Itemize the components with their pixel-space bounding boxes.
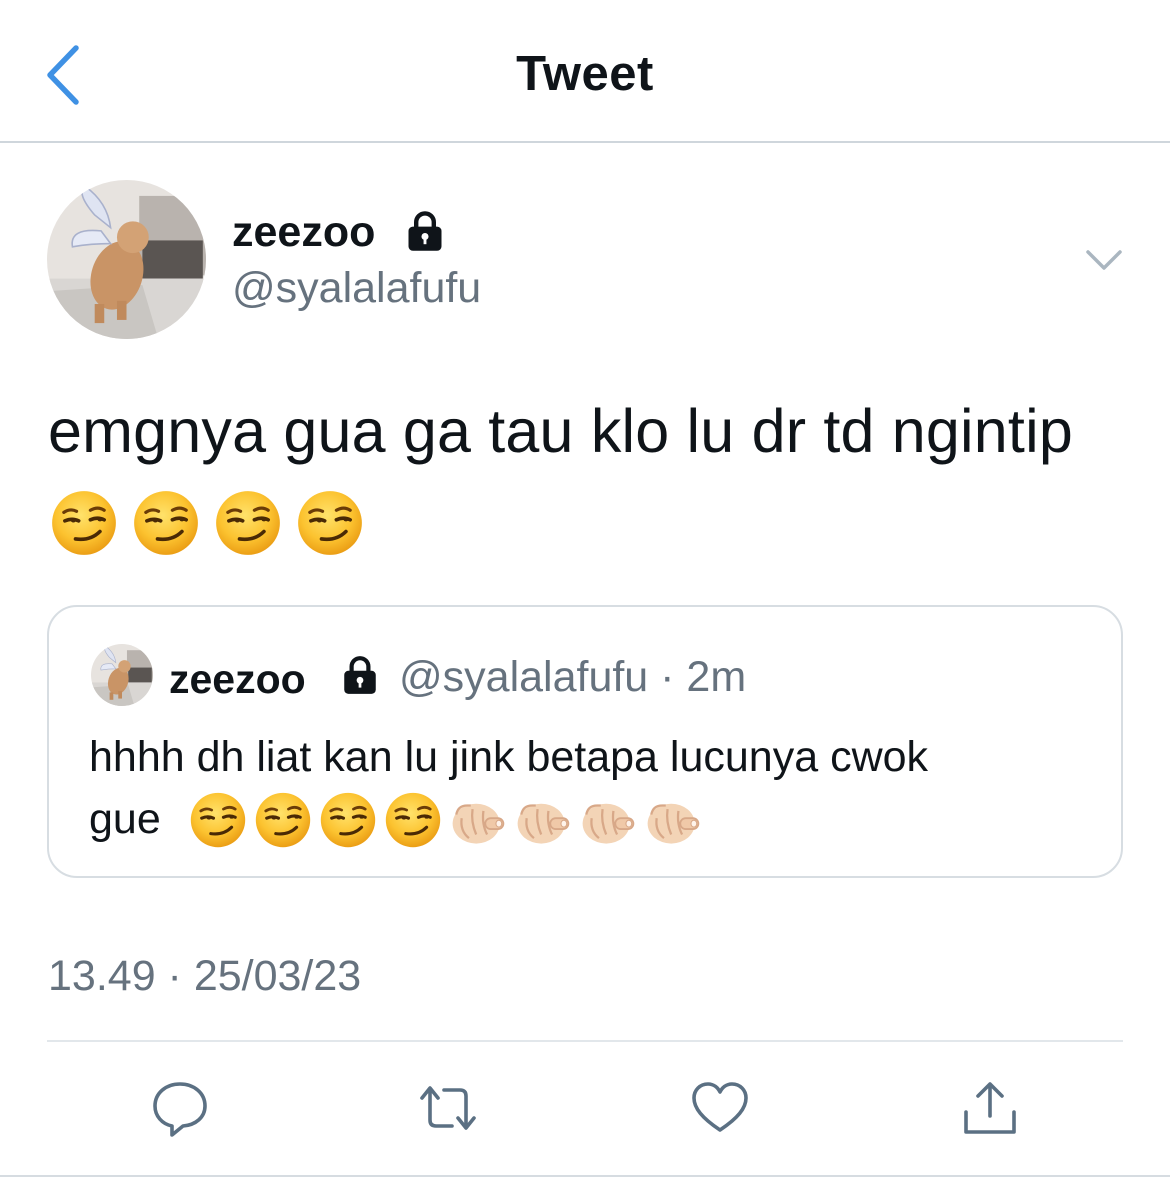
- author-display-name[interactable]: zeezoo: [232, 208, 375, 257]
- pointing-hand-emoji: [644, 791, 702, 849]
- quoted-tweet-text-line2: gue: [89, 795, 161, 843]
- tweet-timestamp: 13.49 · 25/03/23: [48, 952, 362, 1000]
- smirk-emoji: [50, 489, 118, 557]
- pointing-hand-emoji: [449, 791, 507, 849]
- smirk-emoji: [189, 791, 247, 849]
- pointing-hand-emoji: [579, 791, 637, 849]
- divider: [47, 1040, 1123, 1042]
- smirk-emoji: [214, 489, 282, 557]
- tweet-options-button[interactable]: [1082, 240, 1126, 280]
- quoted-tweet-text-line1: hhhh dh liat kan lu jink betapa lucunya …: [89, 733, 929, 781]
- like-button[interactable]: [690, 1078, 750, 1138]
- quoted-author-handle-time: @syalalafufu · 2m: [399, 653, 747, 701]
- retweet-button[interactable]: [418, 1078, 478, 1138]
- smirk-emoji: [132, 489, 200, 557]
- author-handle[interactable]: @syalalafufu: [232, 264, 481, 313]
- top-navigation-bar: Tweet: [0, 0, 1170, 143]
- lock-icon: [403, 209, 447, 253]
- pointing-hand-emoji: [514, 791, 572, 849]
- page-title: Tweet: [516, 47, 654, 101]
- like-icon: [692, 1082, 748, 1132]
- share-button[interactable]: [960, 1078, 1020, 1138]
- retweet-icon: [420, 1086, 476, 1130]
- smirk-emoji: [296, 489, 364, 557]
- quoted-author-name: zeezoo: [169, 656, 306, 702]
- quoted-emoji-row: [189, 791, 702, 849]
- reply-button[interactable]: [150, 1078, 210, 1138]
- chevron-down-icon: [1086, 250, 1122, 270]
- smirk-emoji: [384, 791, 442, 849]
- share-icon: [964, 1082, 1016, 1134]
- author-avatar[interactable]: [47, 180, 206, 339]
- quoted-tweet-card[interactable]: zeezoo @syalalafufu · 2m hhhh dh liat ka…: [47, 605, 1123, 878]
- quoted-author-avatar: [91, 644, 153, 706]
- smirk-emoji: [319, 791, 377, 849]
- lock-icon: [339, 654, 381, 696]
- tweet-emoji-row: [50, 489, 364, 557]
- smirk-emoji: [254, 791, 312, 849]
- divider: [0, 1175, 1170, 1177]
- reply-icon: [153, 1082, 207, 1137]
- tweet-text: emgnya gua ga tau klo lu dr td ngintip: [48, 397, 1073, 465]
- tweet-detail-screen: Tweet zeezoo @syalalafufu emgnya gua ga …: [0, 0, 1170, 1179]
